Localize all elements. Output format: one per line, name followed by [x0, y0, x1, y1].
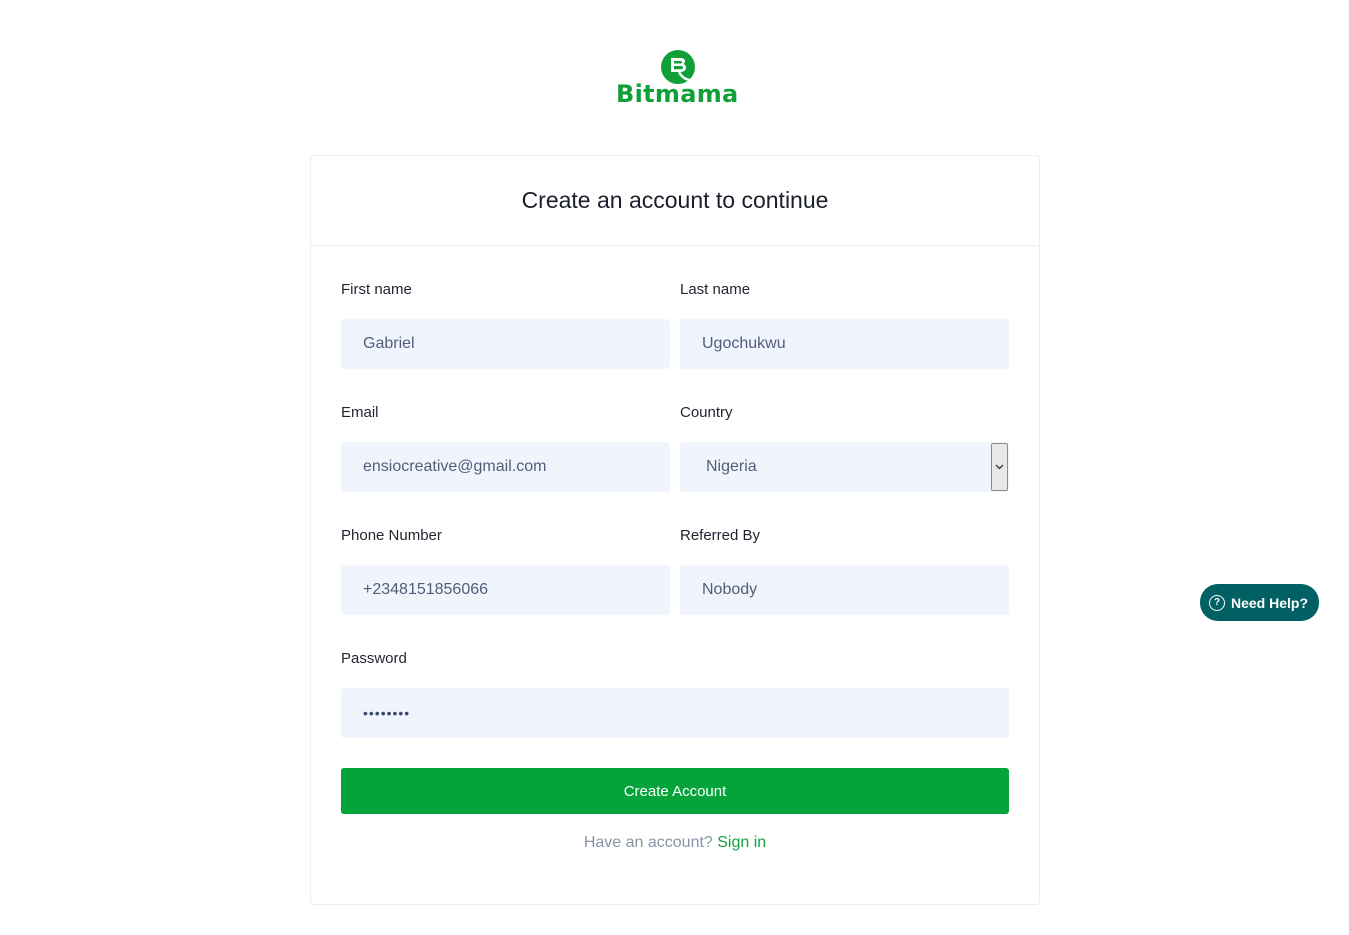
country-select[interactable]: Nigeria	[680, 442, 1009, 492]
phone-input[interactable]: +2348151856066	[341, 565, 670, 615]
email-value: ensiocreative@gmail.com	[363, 458, 547, 475]
signin-prompt: Have an account?	[583, 834, 718, 851]
need-help-label: Need Help?	[1231, 594, 1309, 611]
referred-by-value: Nobody	[702, 581, 758, 598]
brand-name: Bitmama	[616, 80, 739, 108]
email-label: Email	[341, 404, 379, 421]
first-name-input[interactable]: Gabriel	[341, 319, 670, 369]
country-label: Country	[680, 404, 733, 421]
country-value: Nigeria	[706, 458, 757, 475]
phone-value: +2348151856066	[363, 581, 489, 598]
create-account-button[interactable]: Create Account	[341, 768, 1009, 814]
phone-label: Phone Number	[341, 527, 442, 544]
password-label: Password	[341, 650, 407, 667]
last-name-value: Ugochukwu	[702, 335, 786, 352]
last-name-input[interactable]: Ugochukwu	[680, 319, 1009, 369]
last-name-label: Last name	[680, 281, 751, 298]
first-name-label: First name	[341, 281, 412, 298]
referred-by-input[interactable]: Nobody	[680, 565, 1009, 615]
referred-by-label: Referred By	[680, 527, 761, 544]
password-input[interactable]: ••••••••	[341, 688, 1009, 738]
signup-card: Create an account to continue First name…	[310, 155, 1040, 905]
password-value: ••••••••	[363, 705, 411, 721]
signin-link[interactable]: Sign in	[717, 834, 766, 851]
need-help-button[interactable]: ? Need Help?	[1200, 584, 1319, 621]
question-icon: ?	[1209, 594, 1225, 611]
page-title: Create an account to continue	[521, 187, 829, 213]
email-input[interactable]: ensiocreative@gmail.com	[341, 442, 670, 492]
bitmama-logo: Bitmama	[614, 48, 739, 110]
signin-row: Have an account? Sign in	[311, 834, 1039, 852]
card-header: Create an account to continue	[311, 156, 1039, 246]
bitmama-logo-icon	[661, 50, 695, 84]
chevron-down-icon[interactable]	[991, 443, 1008, 491]
first-name-value: Gabriel	[363, 335, 415, 352]
